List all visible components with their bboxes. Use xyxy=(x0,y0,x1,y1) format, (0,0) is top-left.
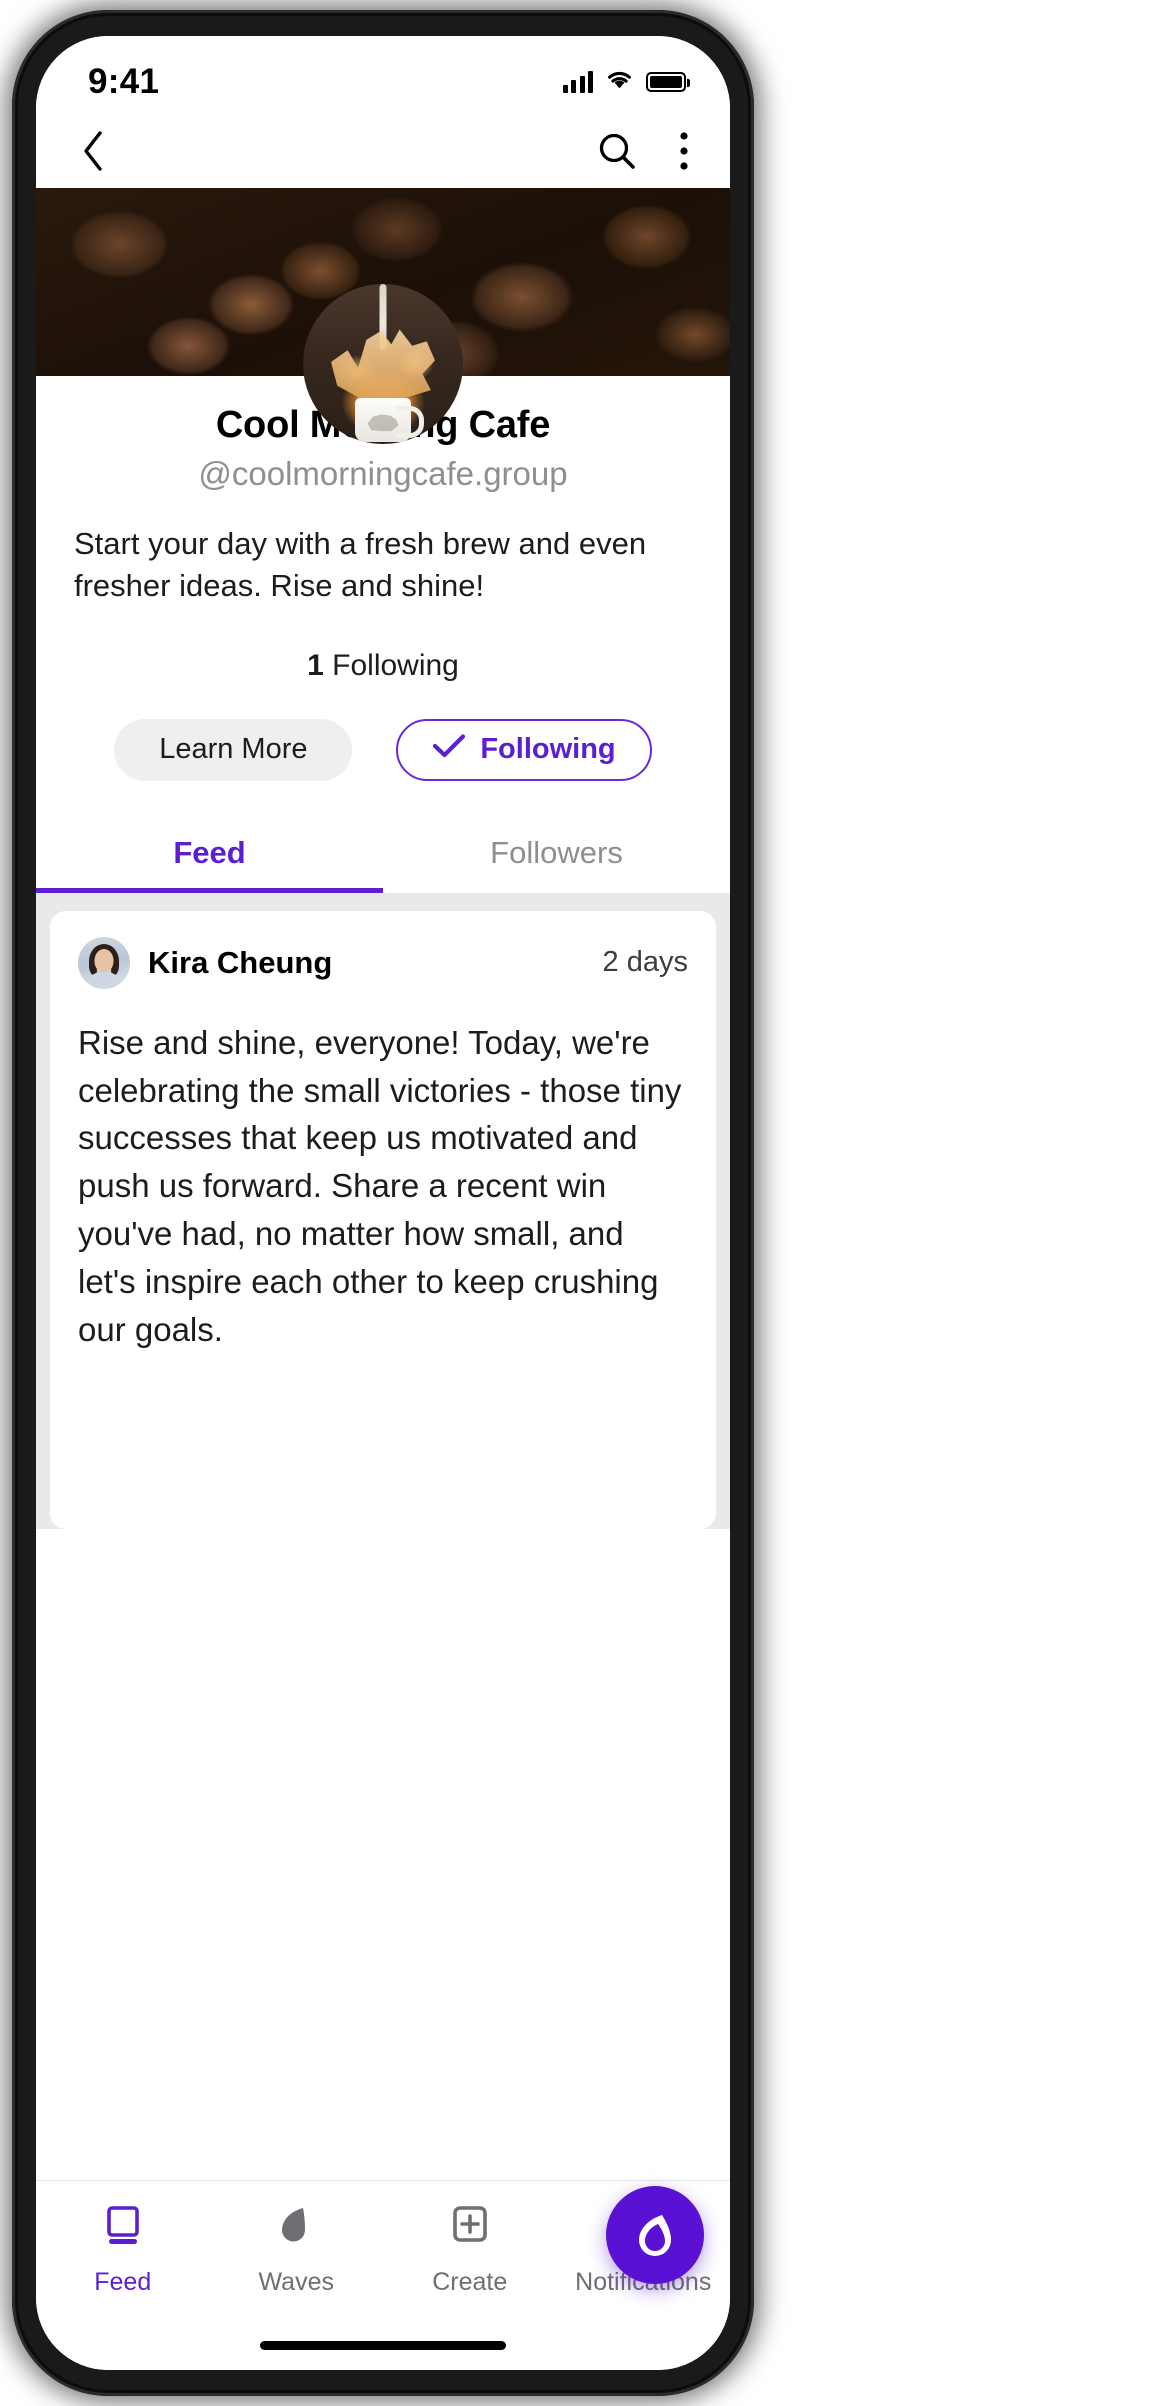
cover-photo[interactable] xyxy=(36,188,730,444)
nav-item-waves-label: Waves xyxy=(258,2268,334,2296)
rhino-graphic-icon xyxy=(367,414,399,432)
avatar[interactable] xyxy=(303,284,463,444)
app-logo-icon[interactable] xyxy=(606,2186,704,2284)
tab-feed[interactable]: Feed xyxy=(36,815,383,893)
waves-icon xyxy=(273,2203,319,2254)
avatar-splash xyxy=(331,329,435,401)
profile-handle: @coolmorningcafe.group xyxy=(198,455,568,492)
profile-tabs: Feed Followers xyxy=(36,814,730,893)
create-plus-icon xyxy=(447,2203,493,2254)
more-vertical-icon[interactable] xyxy=(678,130,690,172)
nav-item-feed-label: Feed xyxy=(94,2268,152,2296)
avatar-body xyxy=(87,971,121,989)
phone-frame: 9:41 Cool Cafe @coolmorningcafe.group St… xyxy=(12,10,754,2396)
nav-item-feed[interactable]: Feed xyxy=(36,2203,210,2297)
cellular-signal-icon xyxy=(562,71,593,93)
profile-actions: Learn More Following xyxy=(36,683,730,781)
battery-icon xyxy=(646,72,690,92)
nav-item-create-label: Create xyxy=(432,2268,508,2296)
nav-item-create[interactable]: Create xyxy=(383,2203,557,2297)
post-card[interactable]: Kira Cheung 2 days Rise and shine, every… xyxy=(50,910,716,1529)
check-icon xyxy=(432,733,466,767)
wifi-icon xyxy=(606,69,633,95)
search-icon[interactable] xyxy=(596,130,638,172)
profile-bio: Start your day with a fresh brew and eve… xyxy=(74,526,647,603)
learn-more-button[interactable]: Learn More xyxy=(114,718,353,781)
following-button[interactable]: Following xyxy=(396,718,652,781)
post-body: Rise and shine, everyone! Today, we're c… xyxy=(78,1023,682,1348)
tab-followers-label: Followers xyxy=(490,834,623,870)
phone-screen: 9:41 Cool Cafe @coolmorningcafe.group St… xyxy=(36,36,730,2370)
following-count: 1 xyxy=(307,648,324,682)
status-bar: 9:41 xyxy=(36,36,730,114)
learn-more-label: Learn More xyxy=(159,733,308,766)
nav-item-waves[interactable]: Waves xyxy=(210,2203,384,2297)
tab-feed-label: Feed xyxy=(173,834,246,870)
feed-list[interactable]: Kira Cheung 2 days Rise and shine, every… xyxy=(36,892,730,1529)
status-time: 9:41 xyxy=(88,62,160,101)
chevron-left-icon[interactable] xyxy=(80,129,106,173)
status-icons xyxy=(562,69,690,95)
post-timestamp: 2 days xyxy=(602,946,688,979)
nav-actions xyxy=(596,130,690,172)
post-avatar[interactable] xyxy=(78,936,130,989)
following-stat[interactable]: 1 Following xyxy=(36,607,730,683)
avatar-mug xyxy=(355,398,424,442)
home-indicator xyxy=(260,2341,506,2350)
post-header: Kira Cheung 2 days xyxy=(78,936,688,989)
feed-icon xyxy=(100,2203,146,2254)
post-author[interactable]: Kira Cheung xyxy=(148,945,585,981)
tab-followers[interactable]: Followers xyxy=(383,815,730,893)
avatar-face xyxy=(94,948,114,972)
app-nav-bar xyxy=(36,114,730,188)
following-button-label: Following xyxy=(480,733,616,766)
following-stat-label: Following xyxy=(332,648,459,682)
